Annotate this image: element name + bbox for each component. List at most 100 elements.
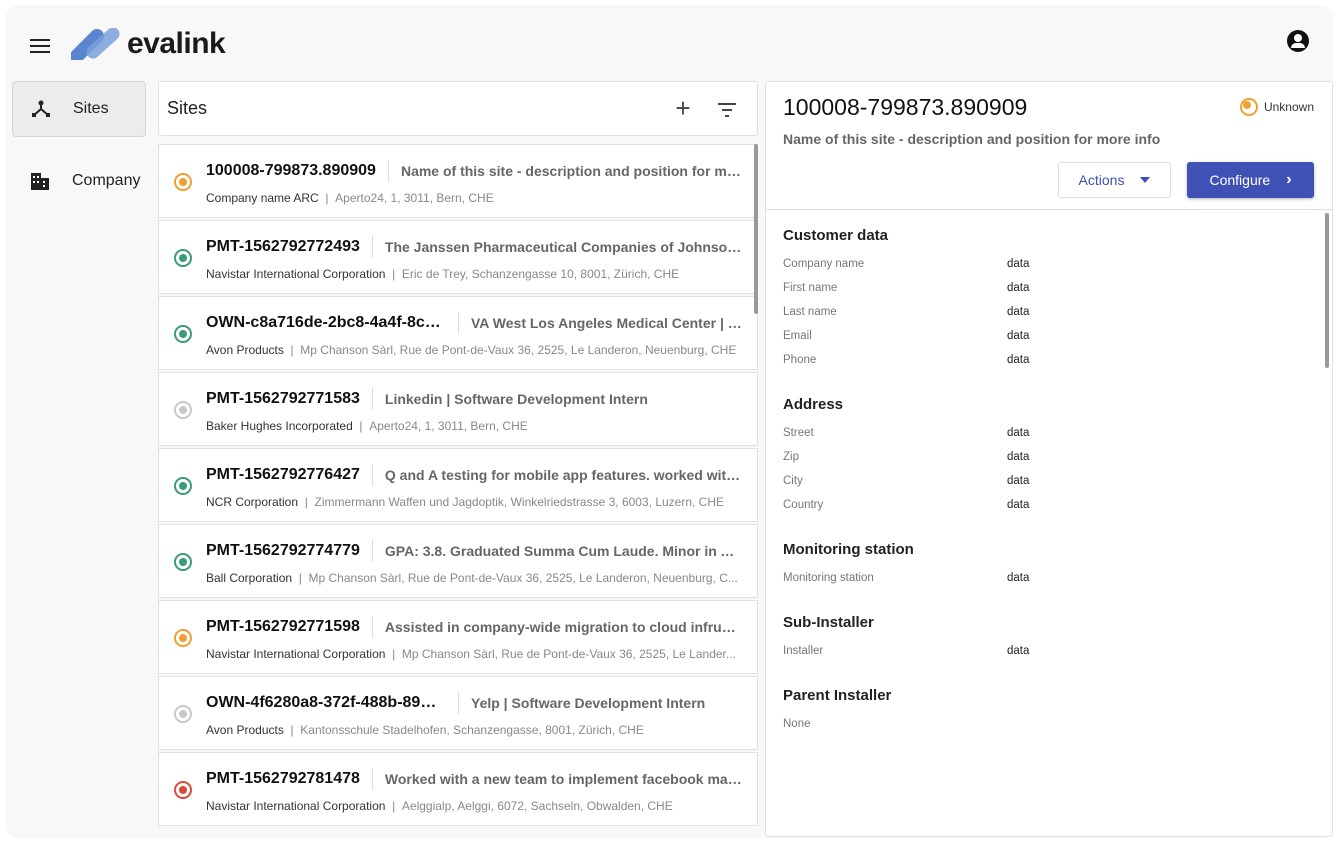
field-label: Installer	[783, 645, 1007, 657]
detail-title: 100008-799873.890909	[783, 94, 1027, 121]
detail-field: Zipdata	[783, 445, 1332, 469]
site-company: Baker Hughes Incorporated	[206, 419, 353, 433]
divider	[388, 160, 389, 182]
status-dot-icon	[174, 629, 192, 647]
site-address: Aelggialp, Aelggi, 6072, Sachseln, Obwal…	[402, 799, 673, 813]
sites-list: 100008-799873.890909 Name of this site - …	[158, 144, 758, 826]
field-value: data	[1007, 427, 1029, 439]
field-value: data	[1007, 258, 1029, 270]
account-icon[interactable]	[1287, 30, 1309, 52]
status-dot-icon	[174, 173, 192, 191]
detail-section: Monitoring stationMonitoring stationdata	[783, 541, 1332, 590]
site-list-item[interactable]: OWN-c8a716de-2bc8-4a4f-8c5... VA West Los…	[158, 296, 758, 370]
list-scrollbar[interactable]	[754, 144, 758, 314]
site-company: Navistar International Corporation	[206, 267, 385, 281]
field-value: data	[1007, 645, 1029, 657]
field-value: data	[1007, 330, 1029, 342]
section-title: Customer data	[783, 227, 1332, 244]
detail-field: Last namedata	[783, 300, 1332, 324]
divider	[372, 768, 373, 790]
divider	[372, 464, 373, 486]
detail-scrollbar[interactable]	[1325, 213, 1329, 368]
detail-field: Monitoring stationdata	[783, 566, 1332, 590]
sites-list-header: Sites +	[158, 81, 758, 136]
site-address: Mp Chanson Sàrl, Rue de Pont-de-Vaux 36,…	[300, 343, 736, 357]
site-list-item[interactable]: PMT-1562792781478 Worked with a new team …	[158, 752, 758, 826]
sidebar-item-sites[interactable]: Sites	[12, 81, 146, 137]
detail-section: Parent InstallerNone	[783, 687, 1332, 736]
field-label: Zip	[783, 451, 1007, 463]
site-description: VA West Los Angeles Medical Center | Ba.…	[471, 315, 743, 331]
site-description: Worked with a new team to implement face…	[385, 771, 743, 787]
site-description: Yelp | Software Development Intern	[471, 695, 743, 711]
building-icon	[30, 172, 50, 190]
status-dot-icon	[174, 553, 192, 571]
site-list-item[interactable]: PMT-1562792776427Q and A testing for mob…	[158, 448, 758, 522]
site-company: Avon Products	[206, 723, 284, 737]
site-id: PMT-1562792774779	[206, 542, 360, 560]
field-value: data	[1007, 475, 1029, 487]
detail-field: Company namedata	[783, 252, 1332, 276]
site-description: Linkedin | Software Development Intern	[385, 391, 743, 407]
site-description: Assisted in company-wide migration to cl…	[385, 619, 743, 635]
sites-icon	[31, 100, 51, 118]
field-label: Phone	[783, 354, 1007, 366]
site-list-item[interactable]: 100008-799873.890909 Name of this site - …	[158, 144, 758, 218]
site-list-item[interactable]: OWN-4f6280a8-372f-488b-89bf... Yelp | Sof…	[158, 676, 758, 750]
site-address: Mp Chanson Sàrl, Rue de Pont-de-Vaux 36,…	[402, 647, 736, 661]
site-id: 100008-799873.890909	[206, 162, 376, 180]
site-address: Kantonsschule Stadelhofen, Schanzengasse…	[300, 723, 644, 737]
logo: evalink	[71, 27, 225, 61]
field-value: data	[1007, 499, 1029, 511]
status-dot-icon	[174, 401, 192, 419]
site-list-item[interactable]: PMT-1562792771598 Assisted in company-wid…	[158, 600, 758, 674]
caret-down-icon	[1140, 177, 1150, 183]
site-id: PMT-1562792781478	[206, 770, 360, 788]
divider	[372, 236, 373, 258]
detail-section: AddressStreetdataZipdataCitydataCountryd…	[783, 396, 1332, 517]
site-company: NCR Corporation	[206, 495, 298, 509]
detail-subtitle: Name of this site - description and posi…	[783, 131, 1160, 147]
field-label: Company name	[783, 258, 1007, 270]
site-list-item[interactable]: PMT-1562792771583 Linkedin | Software Dev…	[158, 372, 758, 446]
sidebar-item-label: Sites	[73, 100, 109, 118]
site-company: Company name ARC	[206, 191, 319, 205]
site-list-item[interactable]: PMT-1562792774779 GPA: 3.8. Graduated Sum…	[158, 524, 758, 598]
filter-button[interactable]	[705, 93, 749, 124]
detail-section: Sub-InstallerInstallerdata	[783, 614, 1332, 663]
status-dot-icon	[174, 781, 192, 799]
actions-button[interactable]: Actions	[1058, 162, 1171, 198]
field-label: None	[783, 718, 1007, 730]
menu-icon[interactable]	[30, 39, 50, 55]
field-value: data	[1007, 306, 1029, 318]
field-value: data	[1007, 451, 1029, 463]
site-company: Ball Corporation	[206, 571, 292, 585]
sites-list-panel: Sites + 100008-799873.890909 Name of this…	[158, 81, 758, 828]
field-value: data	[1007, 354, 1029, 366]
detail-body: Customer dataCompany namedataFirst named…	[766, 209, 1332, 736]
status-dot-icon	[174, 477, 192, 495]
site-address: Zimmermann Waffen und Jagdoptik, Winkelr…	[315, 495, 725, 509]
field-label: First name	[783, 282, 1007, 294]
sidebar-item-company[interactable]: Company	[12, 153, 146, 209]
add-site-button[interactable]: +	[661, 93, 705, 124]
status-dot-icon	[174, 705, 192, 723]
site-list-item[interactable]: PMT-1562792772493The Janssen Pharmaceuti…	[158, 220, 758, 294]
site-description: Name of this site - description and posi…	[401, 163, 743, 179]
field-label: Country	[783, 499, 1007, 511]
list-title: Sites	[167, 98, 661, 119]
site-id: OWN-4f6280a8-372f-488b-89bf...	[206, 694, 446, 712]
site-description: GPA: 3.8. Graduated Summa Cum Laude. Min…	[385, 543, 743, 559]
site-id: OWN-c8a716de-2bc8-4a4f-8c5...	[206, 314, 446, 332]
site-description: The Janssen Pharmaceutical Companies of …	[385, 239, 743, 255]
site-company: Avon Products	[206, 343, 284, 357]
status-dot-icon	[1240, 98, 1258, 116]
detail-field: Emaildata	[783, 324, 1332, 348]
site-id: PMT-1562792771583	[206, 390, 360, 408]
configure-button[interactable]: Configure›	[1187, 162, 1314, 198]
detail-field: Countrydata	[783, 493, 1332, 517]
divider	[372, 388, 373, 410]
site-id: PMT-1562792771598	[206, 618, 360, 636]
filter-icon	[717, 103, 737, 117]
site-address: Mp Chanson Sàrl, Rue de Pont-de-Vaux 36,…	[309, 571, 738, 585]
